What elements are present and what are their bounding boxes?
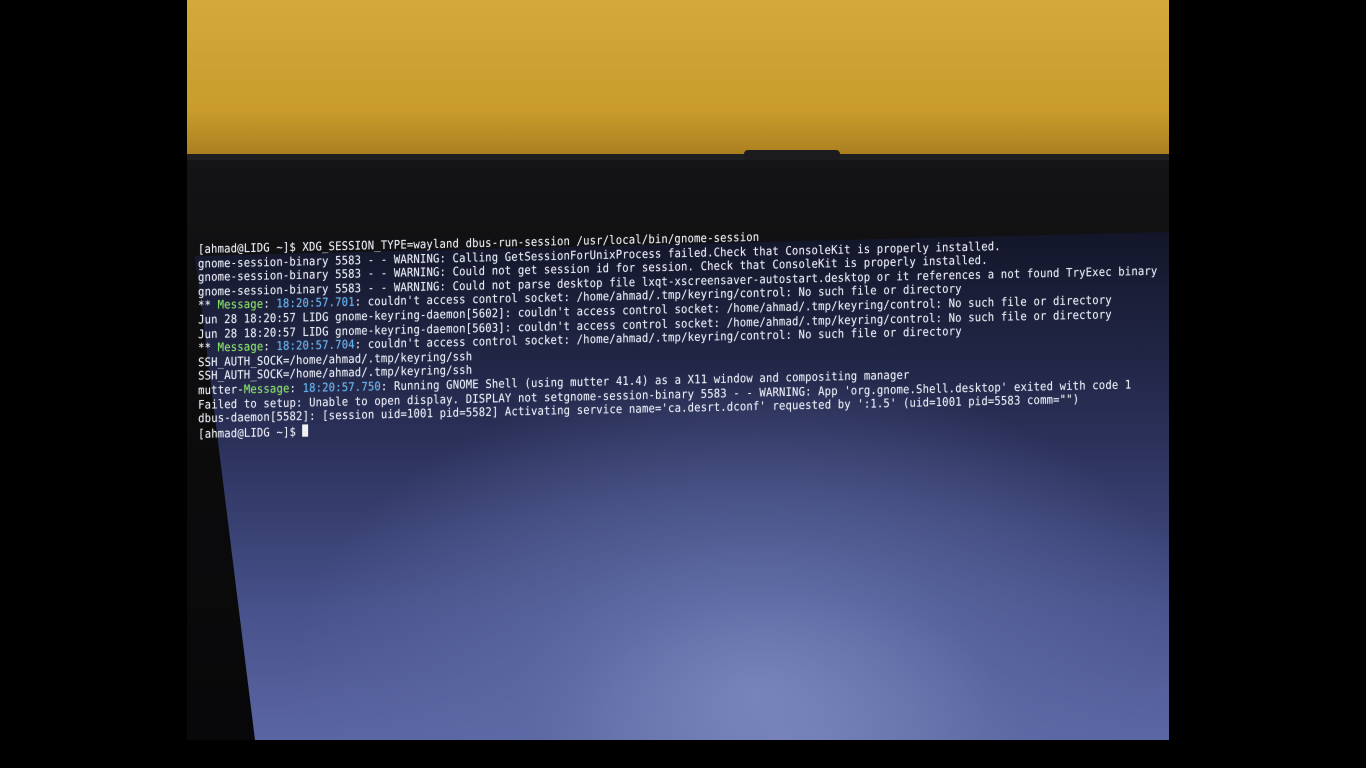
bezel-edge — [187, 154, 1169, 160]
terminal-text: ** — [198, 341, 218, 356]
message-tag: Message — [243, 382, 290, 397]
timestamp: 18:20:57.704 — [276, 338, 355, 354]
wall-background — [187, 0, 1169, 158]
terminal-text: ** — [198, 299, 218, 313]
terminal-text: mutter- — [198, 383, 244, 398]
timestamp: 18:20:57.750 — [302, 380, 381, 396]
terminal-text: : — [263, 297, 277, 312]
terminal-text: : — [289, 381, 303, 396]
terminal-text: : — [263, 340, 277, 354]
timestamp: 18:20:57.701 — [276, 296, 355, 312]
tty-terminal[interactable]: [ahmad@LIDG ~]$ XDG_SESSION_TYPE=wayland… — [198, 222, 1158, 441]
text-cursor — [302, 423, 309, 437]
message-tag: Message — [217, 298, 264, 313]
terminal-text: [ahmad@LIDG ~]$ — [198, 425, 303, 441]
message-tag: Message — [217, 340, 264, 355]
photo-frame: [ahmad@LIDG ~]$ XDG_SESSION_TYPE=wayland… — [0, 0, 1366, 768]
webcam-notch — [744, 150, 840, 160]
